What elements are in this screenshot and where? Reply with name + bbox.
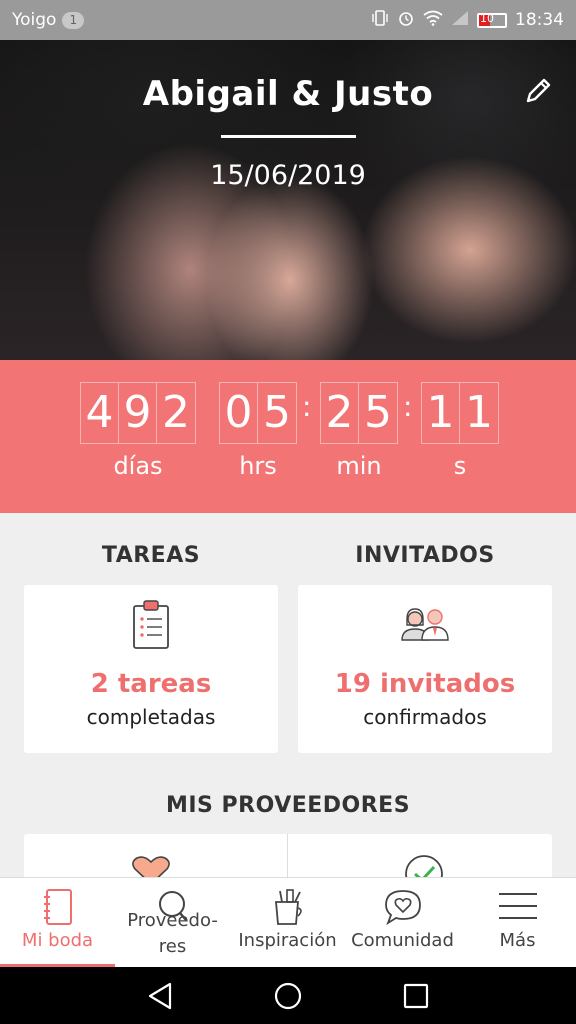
couple-icon: [398, 603, 452, 647]
status-icons: 10 18:34: [371, 9, 564, 31]
couple-names: Abigail & Justo: [142, 74, 434, 114]
minutes-digit: 2: [321, 383, 359, 443]
brush-cup-icon: [271, 888, 305, 930]
alarm-icon: [397, 9, 415, 31]
status-bar: Yoigo 1 10 18:34: [0, 0, 576, 40]
notification-badge: 1: [62, 11, 85, 29]
guests-heading: INVITADOS: [355, 543, 495, 568]
battery-icon: 10: [477, 11, 507, 28]
days-digit: 4: [81, 383, 119, 443]
title-divider: [221, 135, 356, 138]
seconds-label: s: [453, 452, 467, 480]
hours-digit: 5: [263, 387, 291, 438]
system-nav-bar: [0, 967, 576, 1024]
hours-label: hrs: [239, 452, 277, 480]
nav-label: Mi boda: [21, 930, 94, 951]
seconds-counter: 1 1: [421, 382, 499, 444]
minutes-counter: 2 5: [320, 382, 398, 444]
recents-icon[interactable]: [401, 981, 431, 1011]
nav-label: Proveedo- res: [127, 910, 218, 957]
time-separator: :: [403, 390, 413, 423]
days-counter: 4 9 2: [80, 382, 196, 444]
status-time: 18:34: [515, 10, 564, 30]
vendors-heading: MIS PROVEEDORES: [165, 793, 411, 818]
battery-level: 10: [480, 11, 494, 25]
nav-label: Inspiración: [238, 930, 337, 951]
back-icon[interactable]: [146, 981, 176, 1011]
nav-comunidad[interactable]: Comunidad: [345, 878, 460, 968]
chat-heart-icon: [383, 888, 423, 930]
screen: Yoigo 1 10 18:34 Abigail & Justo 15/06/2…: [0, 0, 576, 1024]
nav-mi-boda[interactable]: Mi boda: [0, 878, 115, 968]
bottom-nav: Mi boda Proveedo- res Inspiración Comuni…: [0, 877, 576, 968]
menu-icon: [498, 888, 538, 930]
minutes-digit: 5: [364, 387, 392, 438]
guests-card[interactable]: 19 invitados confirmados: [298, 585, 552, 753]
tasks-count: 2 tareas: [90, 669, 212, 699]
home-icon[interactable]: [273, 981, 303, 1011]
nav-proveedores[interactable]: Proveedo- res: [115, 878, 230, 968]
tasks-heading: TAREAS: [101, 543, 201, 568]
days-label: días: [113, 452, 163, 480]
notebook-icon: [41, 888, 75, 930]
wedding-date: 15/06/2019: [210, 160, 366, 191]
tasks-card[interactable]: 2 tareas completadas: [24, 585, 278, 753]
signal-icon: [451, 10, 469, 30]
seconds-digit: 1: [422, 383, 460, 443]
hours-counter: 0 5: [219, 382, 297, 444]
pencil-icon[interactable]: [522, 75, 554, 107]
minutes-label: min: [336, 452, 382, 480]
nav-inspiracion[interactable]: Inspiración: [230, 878, 345, 968]
days-digit: 2: [162, 387, 190, 438]
nav-mas[interactable]: Más: [460, 878, 575, 968]
time-separator: :: [302, 390, 312, 423]
seconds-digit: 1: [465, 387, 493, 438]
nav-label: Más: [499, 930, 536, 951]
carrier-name: Yoigo: [12, 10, 57, 30]
guests-count: 19 invitados: [334, 669, 516, 699]
vibrate-icon: [371, 9, 389, 31]
nav-label: Comunidad: [351, 930, 454, 951]
hours-digit: 0: [220, 383, 258, 443]
wifi-icon: [423, 10, 443, 30]
tasks-sub: completadas: [86, 705, 216, 729]
countdown-panel: 4 9 2 0 5 : 2 5 : 1 1 días hrs min s: [0, 360, 576, 513]
carrier-area: Yoigo 1: [12, 10, 85, 30]
days-digit: 9: [119, 383, 157, 443]
clipboard-icon: [131, 599, 171, 655]
guests-sub: confirmados: [363, 705, 487, 729]
hero-photo: Abigail & Justo 15/06/2019: [0, 40, 576, 360]
